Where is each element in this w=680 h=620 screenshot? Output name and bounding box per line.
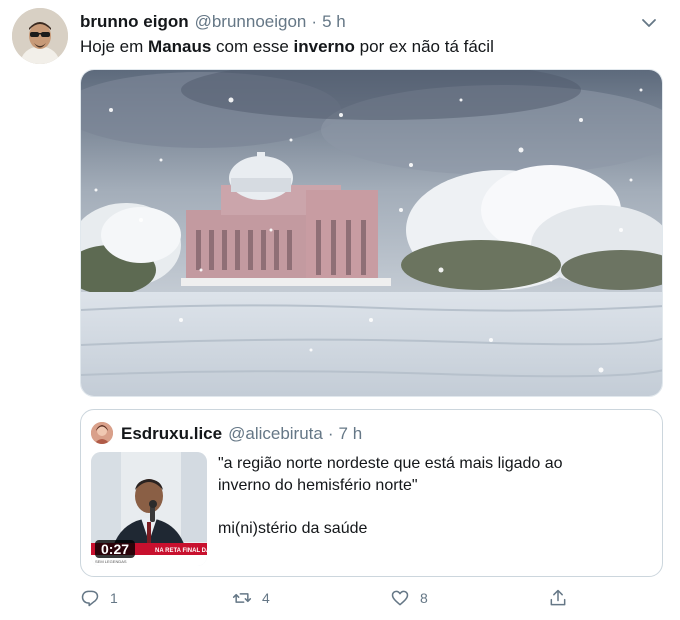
tweet-text-part: Hoje em [80,37,149,56]
separator-dot: · [311,12,318,31]
retweet-button[interactable]: 4 [232,588,270,608]
retweet-icon [232,593,252,603]
share-button[interactable] [548,588,568,608]
video-duration: 0:27 [95,540,136,558]
quote-author-handle: @alicebiruta [228,424,323,443]
tweet-image[interactable] [80,69,663,397]
tweet-header: brunno eigon @brunnoeigon · 5 h [80,12,660,34]
author-name[interactable]: brunno eigon [80,12,189,32]
tweet-text-bold: Manaus [148,37,212,56]
quote-text-line: mi(ni)stério da saúde [218,520,368,537]
tweet-text-part: com esse [211,37,294,56]
like-button[interactable]: 8 [390,588,428,608]
author-handle[interactable]: @brunnoeigon [195,12,307,32]
quote-timestamp: 7 h [338,424,363,443]
tweet-text: Hoje em Manaus com esse inverno por ex n… [80,37,494,57]
quote-video-thumbnail[interactable]: NA RETA FINAL DA SEM LEGENDAS 0:27 [91,452,207,566]
chevron-down-icon[interactable] [640,14,658,32]
quote-text-line: "a região norte nordeste que está mais l… [218,455,563,472]
tweet-actions: 1 4 8 [80,588,663,614]
author-avatar[interactable] [12,8,68,64]
separator-dot: · [327,424,334,443]
tweet-text-bold: inverno [293,37,355,56]
svg-text:SEM LEGENDAS: SEM LEGENDAS [95,559,127,564]
reply-count: 1 [110,590,118,606]
quote-author-avatar [91,422,113,444]
retweet-count: 4 [262,590,270,606]
tweet-text-part: por ex não tá fácil [354,37,494,56]
quote-text-line: inverno do hemisfério norte" [218,477,418,494]
heart-icon [391,590,409,606]
quote-author-name: Esdruxu.lice [121,424,223,443]
share-icon [550,589,566,606]
quote-header: Esdruxu.lice @alicebiruta · 7 h [121,424,362,444]
reply-icon [81,590,99,607]
like-count: 8 [420,590,428,606]
reply-button[interactable]: 1 [80,588,118,608]
timestamp[interactable]: 5 h [322,12,346,32]
quoted-tweet[interactable]: Esdruxu.lice @alicebiruta · 7 h NA RETA … [80,409,663,577]
svg-text:NA RETA FINAL DA: NA RETA FINAL DA [155,548,207,554]
